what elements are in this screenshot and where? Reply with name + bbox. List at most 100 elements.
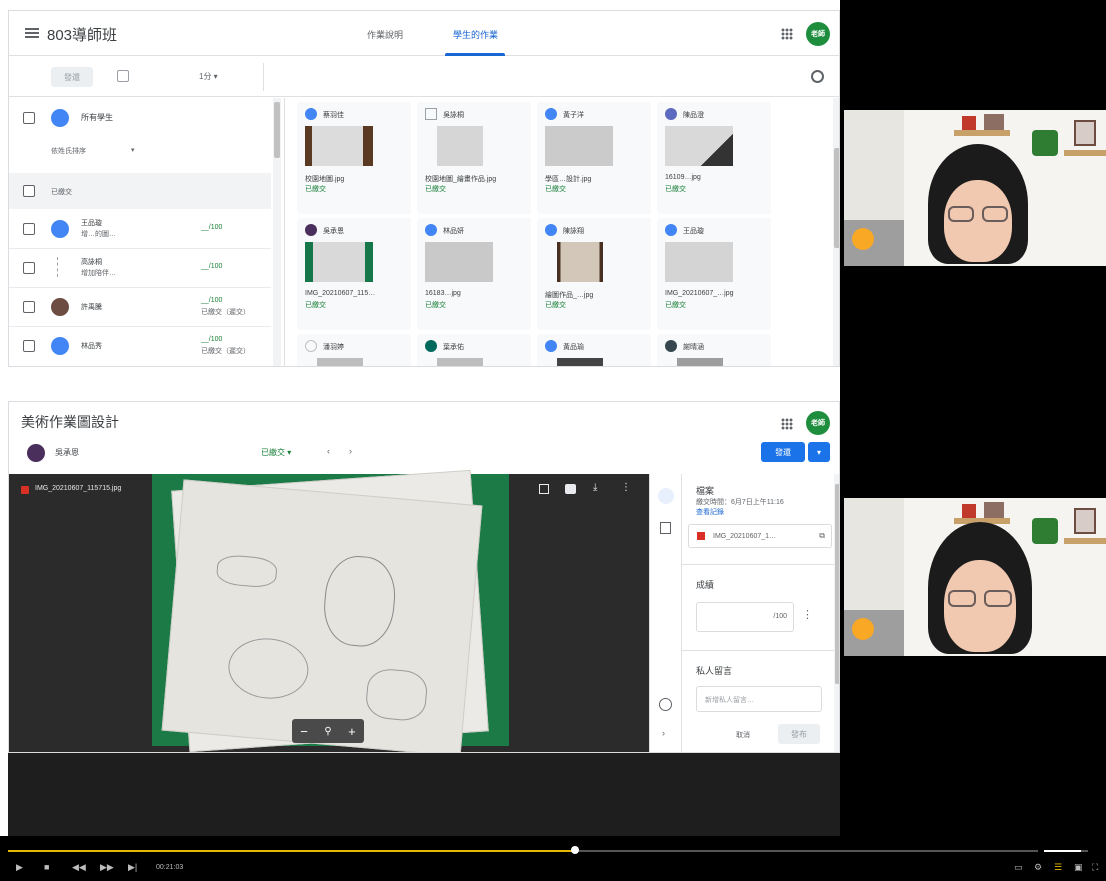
submission-card[interactable]: 黃品瑜	[537, 334, 651, 366]
submitted-time: 繳交時間：6月7日上午11:16	[696, 499, 784, 506]
submission-thumbnail[interactable]	[545, 126, 613, 166]
submitted-group-checkbox[interactable]	[23, 185, 35, 197]
progress-scrubber[interactable]	[570, 846, 579, 854]
submission-thumbnail[interactable]	[425, 242, 493, 282]
submission-card[interactable]: 吳承恩 IMG_20210607_115… 已繳交	[297, 218, 411, 330]
next-student-arrow-icon[interactable]: ›	[349, 446, 352, 456]
student-grade[interactable]: __/100	[201, 297, 222, 304]
submission-thumbnail[interactable]	[305, 126, 373, 166]
download-icon[interactable]: ⤓	[593, 482, 597, 493]
submission-card[interactable]: 謝晴涵	[657, 334, 771, 366]
file-info-icon[interactable]	[658, 488, 674, 504]
sort-dropdown[interactable]: 依姓氏排序	[51, 146, 86, 156]
class-title[interactable]: 803導師班	[47, 24, 117, 45]
student-checkbox[interactable]	[23, 301, 35, 313]
submitted-group-label: 已繳交	[51, 189, 72, 196]
email-icon[interactable]	[117, 70, 129, 82]
submission-card[interactable]: 吳詠桐 校園地圖_繪畫作品.jpg 已繳交	[417, 102, 531, 214]
submission-card[interactable]: 蔡羽佳 校園地圖.jpg 已繳交	[297, 102, 411, 214]
settings-icon[interactable]: ⚙	[1034, 862, 1042, 873]
rewind-icon[interactable]: ◀◀	[72, 862, 86, 873]
student-grade[interactable]: __/100	[201, 224, 222, 231]
grade-options-icon[interactable]: ⋮	[802, 608, 813, 621]
chevron-down-icon[interactable]: ▾	[131, 146, 135, 154]
submission-thumbnail[interactable]	[437, 126, 483, 166]
settings-gear-icon[interactable]	[811, 70, 824, 83]
collapse-chevron-icon[interactable]: ›	[662, 728, 665, 738]
play-icon[interactable]: ▶	[16, 862, 23, 873]
more-options-icon[interactable]: ⋮	[621, 482, 631, 493]
submission-status-dropdown[interactable]: 已繳交 ▾	[261, 447, 291, 458]
submitted-group-row[interactable]	[9, 173, 271, 209]
comment-icon[interactable]	[539, 484, 549, 494]
submission-card[interactable]: 潘羽婷	[297, 334, 411, 366]
select-all-checkbox[interactable]	[23, 112, 35, 124]
previous-student-arrow-icon[interactable]: ‹	[327, 446, 330, 456]
subtitle-icon[interactable]: ▭	[1014, 862, 1023, 873]
student-grade[interactable]: __/100	[201, 263, 222, 270]
grid-scrollbar[interactable]	[833, 98, 839, 366]
progress-track[interactable]	[8, 850, 1038, 852]
grade-input[interactable]: /100	[696, 602, 794, 632]
student-checkbox[interactable]	[23, 262, 35, 274]
points-dropdown[interactable]: 1分 ▾	[199, 71, 218, 82]
open-in-new-icon[interactable]: ⧉	[819, 531, 825, 541]
student-checkbox[interactable]	[23, 223, 35, 235]
pip-icon[interactable]: ▣	[1074, 862, 1083, 873]
forward-icon[interactable]: ▶▶	[100, 862, 114, 873]
return-button[interactable]: 發還	[761, 442, 805, 462]
private-comment-input[interactable]: 新增私人留言…	[696, 686, 822, 712]
submission-thumbnail[interactable]	[557, 242, 603, 282]
print-icon[interactable]	[565, 484, 576, 494]
submission-card[interactable]: 陳品澄 16109…jpg 已繳交	[657, 102, 771, 214]
submission-card[interactable]: 葉承佑	[417, 334, 531, 366]
tab-instructions[interactable]: 作業說明	[367, 28, 403, 41]
student-checkbox[interactable]	[23, 340, 35, 352]
submission-thumbnail[interactable]	[305, 242, 373, 282]
glasses-right	[984, 590, 1012, 607]
apps-grid-icon[interactable]	[781, 418, 793, 430]
submission-thumbnail[interactable]	[665, 126, 733, 166]
shelf-item	[962, 504, 976, 518]
student-grade[interactable]: __/100	[201, 336, 222, 343]
submission-card[interactable]: 陳詠翔 繪圖作品_…jpg 已繳交	[537, 218, 651, 330]
submission-card[interactable]: 黃子洋 學區…設計.jpg 已繳交	[537, 102, 651, 214]
submission-thumbnail[interactable]	[557, 358, 603, 366]
menu-icon[interactable]	[25, 28, 39, 38]
zoom-search-icon[interactable]: ⚲	[324, 726, 331, 737]
help-icon[interactable]	[659, 698, 672, 711]
zoom-in-button[interactable]: +	[348, 724, 356, 739]
post-comment-button[interactable]: 發布	[778, 724, 820, 744]
list-item[interactable]: 高詠桐 增加陪伴… __/100	[9, 249, 271, 287]
submission-card[interactable]: 林品妍 16183…jpg 已繳交	[417, 218, 531, 330]
submission-thumbnail[interactable]	[437, 358, 483, 366]
cancel-comment-button[interactable]: 取消	[736, 730, 750, 740]
list-item[interactable]: 許禹騰 __/100 已繳交（遲交）	[9, 288, 271, 326]
return-options-chevron-icon[interactable]: ▾	[808, 442, 830, 462]
list-item[interactable]: 林品秀 __/100 已繳交（遲交）	[9, 327, 271, 365]
submission-thumbnail[interactable]	[665, 242, 733, 282]
fullscreen-icon[interactable]: ⛶	[1092, 862, 1098, 873]
next-icon[interactable]: ▶|	[128, 862, 137, 873]
submission-card[interactable]: 王品璇 IMG_20210607_…jpg 已繳交	[657, 218, 771, 330]
list-scrollbar[interactable]	[273, 98, 281, 366]
submission-thumbnail[interactable]	[317, 358, 363, 366]
zoom-out-button[interactable]: −	[300, 724, 308, 739]
student-name[interactable]: 吳承恩	[55, 447, 79, 458]
apps-grid-icon[interactable]	[781, 28, 793, 40]
sketch	[215, 553, 278, 589]
shelf-item	[984, 114, 1004, 130]
account-avatar[interactable]: 老師	[806, 22, 830, 46]
rubric-icon[interactable]	[660, 522, 671, 534]
submission-thumbnail[interactable]	[677, 358, 723, 366]
playlist-icon[interactable]: ☰	[1054, 862, 1062, 873]
list-scrollbar-thumb[interactable]	[274, 102, 280, 158]
tab-student-work[interactable]: 學生的作業	[453, 28, 498, 41]
history-link[interactable]: 查看記錄	[696, 507, 724, 517]
attached-file-chip[interactable]: IMG_20210607_1… ⧉	[688, 524, 832, 548]
stop-icon[interactable]: ■	[44, 862, 49, 872]
volume-track[interactable]	[1044, 850, 1088, 852]
account-avatar[interactable]: 老師	[806, 411, 830, 435]
list-item[interactable]: 王品璇 增…的圖… __/100	[9, 210, 271, 248]
return-button[interactable]: 發還	[51, 67, 93, 87]
